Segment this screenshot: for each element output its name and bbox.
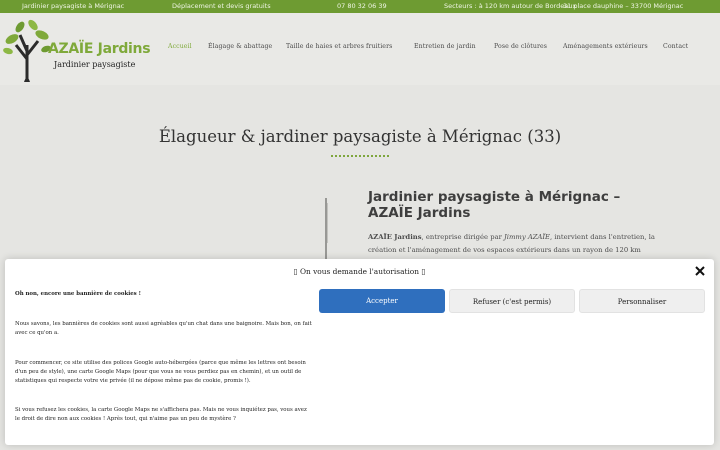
site-logo[interactable]: AZAÏE Jardins Jardinier paysagiste <box>2 15 151 83</box>
cookie-message-paragraph-2: Pour commencer, ce site utilise des poli… <box>15 360 306 384</box>
topbar-free-quote: Déplacement et devis gratuits <box>172 2 271 10</box>
customize-cookies-button[interactable]: Personnaliser <box>579 289 705 313</box>
cookie-message-heading: Oh non, encore une bannière de cookies ! <box>15 291 141 297</box>
cookie-consent-dialog: ▯ On vous demande l'autorisation ▯ Oh no… <box>5 259 714 445</box>
title-glyph-right-icon: ▯ <box>421 267 426 276</box>
nav-item-contact[interactable]: Contact <box>663 43 688 50</box>
nav-item-clotures[interactable]: Pose de clôtures <box>494 43 547 50</box>
topbar-tagline: Jardinier paysagiste à Mérignac <box>22 2 125 10</box>
cookie-message-paragraph-3: Si vous refusez les cookies, la carte Go… <box>15 407 307 422</box>
nav-item-accueil[interactable]: Accueil <box>168 43 192 50</box>
topbar-phone[interactable]: 07 80 32 06 39 <box>337 2 387 10</box>
accept-cookies-button[interactable]: Accepter <box>319 289 445 313</box>
nav-item-taille[interactable]: Taille de haies et arbres fruitiers <box>286 43 392 50</box>
logo-title: AZAÏE Jardins <box>48 41 151 57</box>
topbar-area: Secteurs : à 120 km autour de Bordeaux <box>444 2 577 10</box>
close-icon[interactable] <box>694 265 706 277</box>
top-info-bar: Jardinier paysagiste à Mérignac Déplacem… <box>0 0 720 13</box>
cookie-dialog-title-text: On vous demande l'autorisation <box>299 267 420 276</box>
logo-subtitle: Jardinier paysagiste <box>54 60 136 69</box>
site-header: AZAÏE Jardins Jardinier paysagiste Accue… <box>0 13 720 85</box>
cookie-message-paragraph-1: Nous savons, les bannières de cookies so… <box>15 321 312 336</box>
nav-item-entretien[interactable]: Entretien de jardin <box>414 43 476 50</box>
refuse-cookies-button[interactable]: Refuser (c'est permis) <box>449 289 575 313</box>
nav-item-elagage[interactable]: Élagage & abattage <box>208 43 272 50</box>
title-glyph-left-icon: ▯ <box>293 267 298 276</box>
nav-item-amenagements[interactable]: Aménagements extérieurs <box>563 43 648 50</box>
tree-logo-icon <box>3 19 51 82</box>
topbar-address: 31 place dauphine – 33700 Mérignac <box>563 2 684 10</box>
cookie-dialog-title: ▯ On vous demande l'autorisation ▯ <box>5 267 714 276</box>
